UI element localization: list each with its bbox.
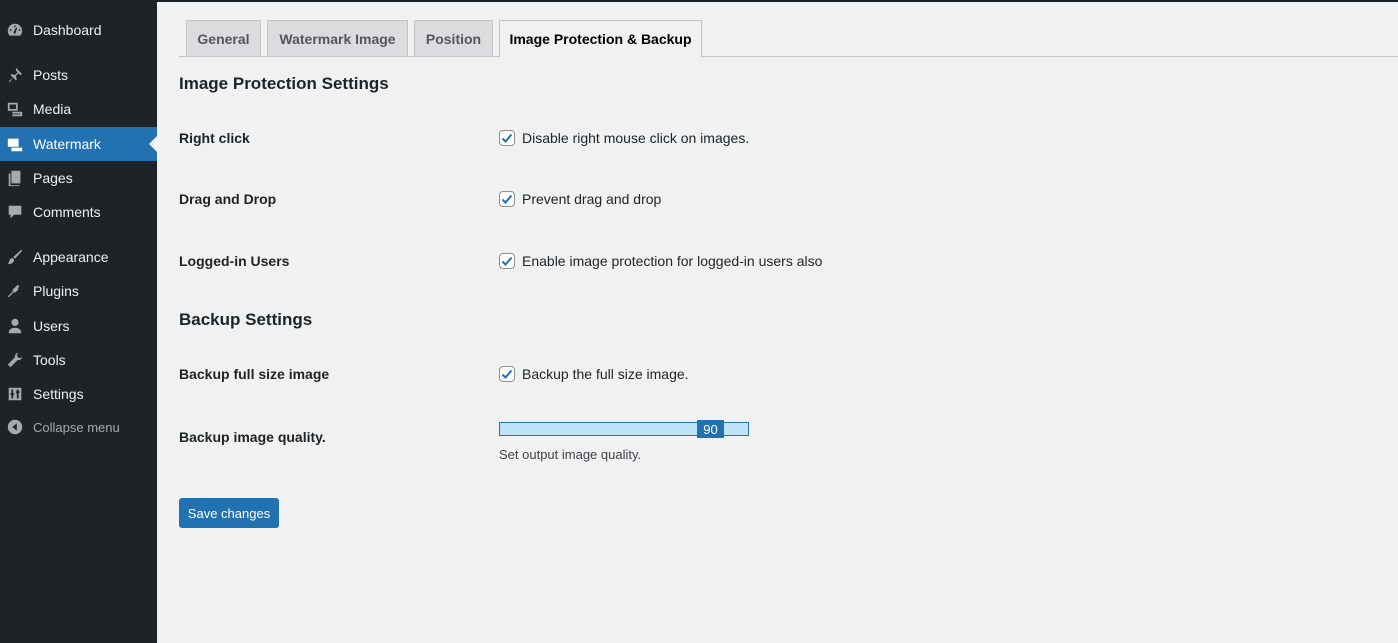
checkmark-icon [501,256,513,266]
sidebar-item-users[interactable]: Users [0,309,157,343]
collapse-menu-label: Collapse menu [33,419,120,435]
backup-section-title: Backup Settings [179,310,313,329]
sidebar-item-label: Settings [33,386,84,402]
sidebar-item-label: Users [33,318,70,334]
tab-position[interactable]: Position [414,20,493,57]
media-icon [5,99,25,119]
brush-icon [5,247,25,267]
user-icon [5,316,25,336]
right-click-checkbox[interactable] [499,130,515,146]
checkmark-icon [501,369,513,379]
backup-full-size-checkbox[interactable] [499,366,515,382]
sidebar-item-label: Pages [33,170,73,186]
sidebar-item-label: Dashboard [33,22,102,38]
sidebar-item-label: Posts [33,67,69,83]
drag-drop-checkbox[interactable] [499,191,515,207]
protection-section-title: Image Protection Settings [179,74,389,93]
tab-general[interactable]: General [186,20,261,57]
checkmark-icon [501,194,513,204]
quality-slider-handle[interactable]: 90 [697,420,724,438]
logged-in-users-checkbox-label: Enable image protection for logged-in us… [522,253,823,269]
right-click-option: Disable right mouse click on images. [499,130,749,146]
tab-watermark-image[interactable]: Watermark Image [267,20,408,57]
quality-help-text: Set output image quality. [499,447,642,462]
right-click-checkbox-label: Disable right mouse click on images. [522,130,750,146]
drag-drop-checkbox-label: Prevent drag and drop [522,191,662,207]
sidebar-item-label: Plugins [33,283,79,299]
sidebar-item-comments[interactable]: Comments [0,195,157,229]
sidebar-item-pages[interactable]: Pages [0,161,157,195]
backup-full-size-option: Backup the full size image. [499,366,689,382]
sliders-icon [5,384,25,404]
wrench-icon [5,350,25,370]
sidebar-item-label: Watermark [33,136,101,152]
quality-slider[interactable]: 90 [499,420,749,438]
drag-drop-option: Prevent drag and drop [499,191,661,207]
backup-full-size-checkbox-label: Backup the full size image. [522,366,689,382]
logged-in-users-label: Logged-in Users [179,253,290,269]
sidebar-item-label: Appearance [33,249,109,265]
admin-sidebar: Dashboard Posts Media Watermark Pages Co… [0,0,157,643]
sidebar-item-plugins[interactable]: Plugins [0,274,157,308]
sidebar-item-tools[interactable]: Tools [0,343,157,377]
logged-in-users-option: Enable image protection for logged-in us… [499,253,822,269]
checkmark-icon [501,133,513,143]
comment-icon [5,202,25,222]
sidebar-item-label: Tools [33,352,66,368]
watermark-icon [5,134,25,154]
sidebar-item-appearance[interactable]: Appearance [0,240,157,274]
sidebar-item-label: Comments [33,204,101,220]
save-changes-button[interactable]: Save changes [179,498,279,528]
plug-icon [5,281,25,301]
pages-icon [5,168,25,188]
logged-in-users-checkbox[interactable] [499,253,515,269]
sidebar-item-settings[interactable]: Settings [0,377,157,411]
collapse-menu-button[interactable]: Collapse menu [0,410,157,444]
sidebar-item-posts[interactable]: Posts [0,58,157,92]
collapse-icon [5,417,25,437]
right-click-label: Right click [179,130,250,146]
tab-image-protection-backup[interactable]: Image Protection & Backup [499,20,702,58]
dashboard-icon [5,20,25,40]
sidebar-item-watermark[interactable]: Watermark [0,127,157,161]
drag-drop-label: Drag and Drop [179,191,277,207]
sidebar-item-dashboard[interactable]: Dashboard [0,13,157,47]
sidebar-item-label: Media [33,101,72,117]
backup-full-size-label: Backup full size image [179,366,330,382]
pin-icon [5,65,25,85]
backup-quality-label: Backup image quality. [179,429,326,445]
sidebar-item-media[interactable]: Media [0,92,157,126]
